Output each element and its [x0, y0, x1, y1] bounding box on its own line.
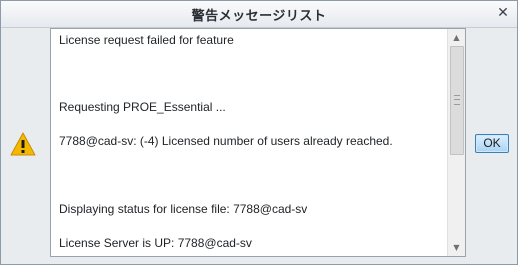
message-line: Requesting PROE_Essential ... [59, 100, 226, 114]
warning-dialog: 警告メッセージリスト ✕ License request failed for … [0, 0, 518, 265]
scroll-up-icon[interactable]: ▲ [448, 29, 465, 46]
vertical-scrollbar[interactable]: ▲ ▼ [447, 29, 465, 256]
warning-icon [10, 132, 36, 156]
message-line: License Server is UP: 7788@cad-sv [59, 236, 252, 250]
message-line: Displaying status for license file: 7788… [59, 202, 308, 216]
grip-icon [454, 95, 460, 105]
message-line: License request failed for feature [59, 33, 234, 47]
scrollbar-thumb[interactable] [450, 46, 464, 155]
close-icon[interactable]: ✕ [495, 5, 511, 21]
title-bar[interactable]: 警告メッセージリスト ✕ [1, 1, 517, 28]
ok-button[interactable]: OK [475, 134, 509, 153]
message-list[interactable]: License request failed for feature Reque… [50, 28, 466, 257]
dialog-title: 警告メッセージリスト [191, 9, 327, 24]
message-line: 7788@cad-sv: (-4) Licensed number of use… [59, 134, 393, 148]
scroll-down-icon[interactable]: ▼ [448, 239, 465, 256]
